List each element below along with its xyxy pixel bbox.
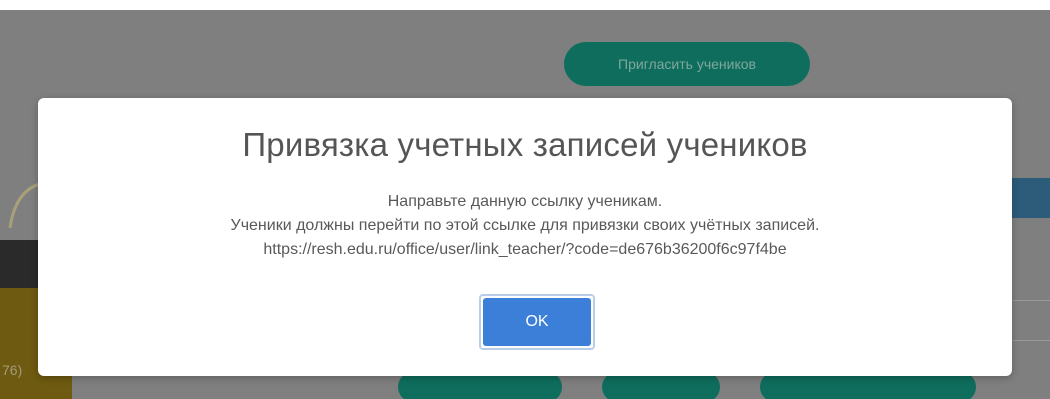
page: Пригласить учеников 76) Привязка учетных… [0,0,1050,399]
dialog-instruction-line: Направьте данную ссылку ученикам. [387,193,663,210]
background-partial-text: 76) [2,362,23,378]
invite-link-text: https://resh.edu.ru/office/user/link_tea… [263,241,787,258]
background-dark-block [0,240,40,288]
link-accounts-dialog: Привязка учетных записей учеников Направ… [38,98,1012,376]
background-button [760,372,976,399]
dialog-message: Направьте данную ссылку ученикам. Ученик… [38,190,1012,262]
invite-students-button: Пригласить учеников [564,42,810,86]
background-button [602,372,720,399]
ok-button[interactable]: OK [479,294,595,350]
dialog-title: Привязка учетных записей учеников [242,126,808,163]
background-button [398,372,562,399]
background-top-strip [0,0,1050,10]
ok-button-label: OK [483,298,591,346]
decorative-curve [8,182,41,229]
background-divider [1012,300,1050,301]
background-blue-block [1012,178,1050,218]
dialog-explanation-line: Ученики должны перейти по этой ссылке дл… [230,217,820,234]
background-divider [1012,340,1050,341]
